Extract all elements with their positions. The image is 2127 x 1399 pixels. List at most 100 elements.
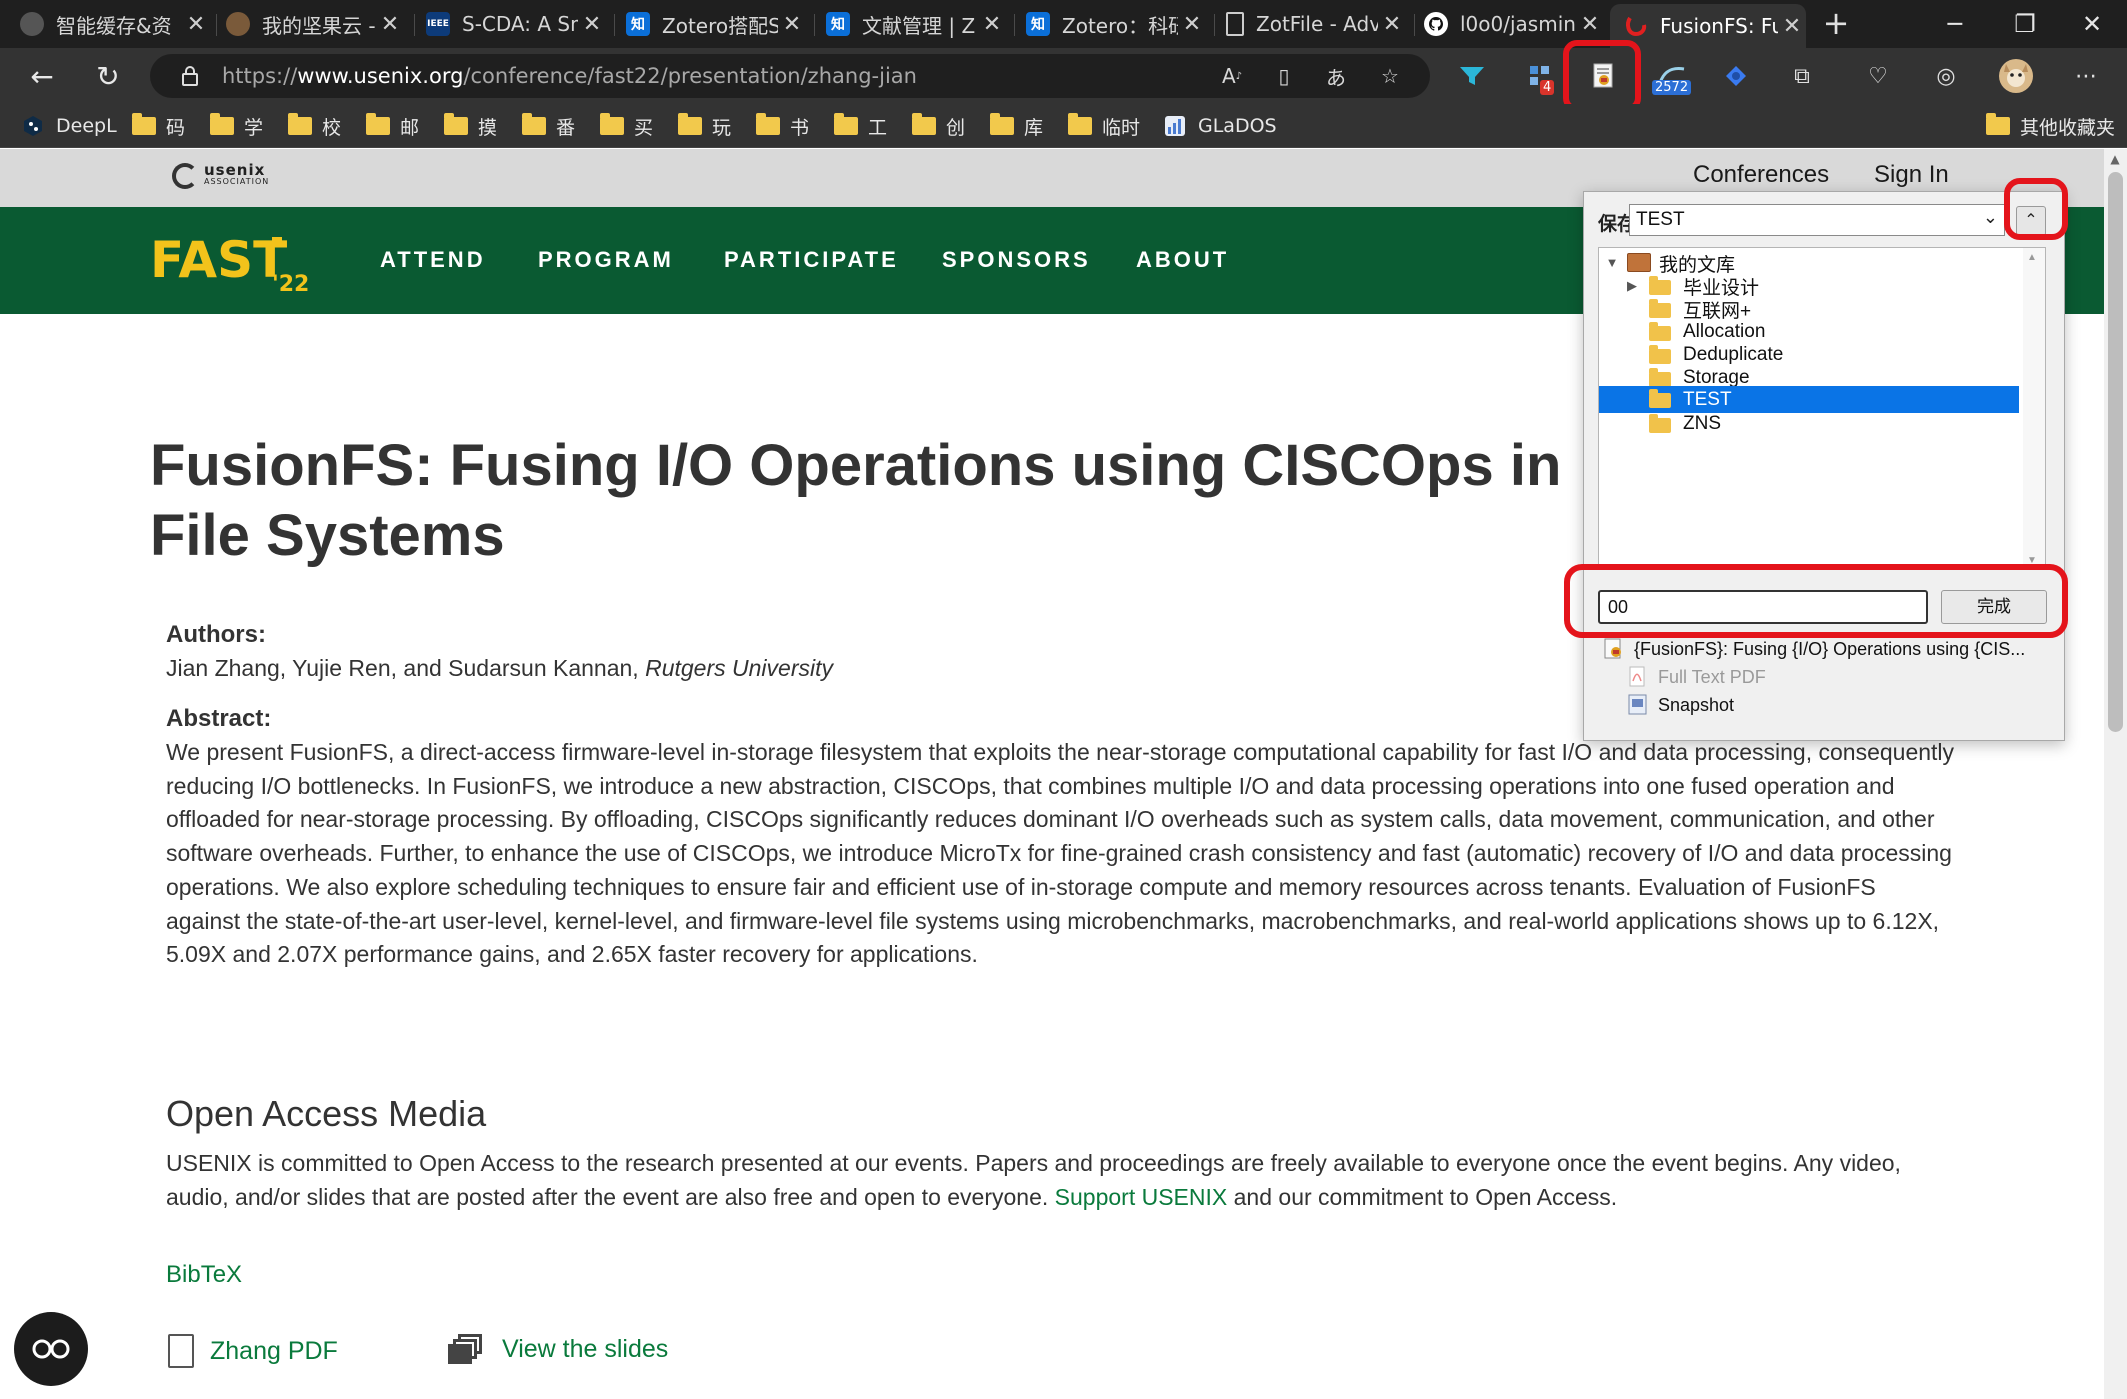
slides-link[interactable]: View the slides	[448, 1334, 668, 1364]
read-aloud-icon[interactable]: A ♪	[1218, 64, 1246, 88]
close-tab-icon[interactable]: ✕	[778, 12, 806, 37]
close-tab-icon[interactable]: ✕	[978, 12, 1006, 37]
close-tab-icon[interactable]: ✕	[1778, 14, 1806, 39]
collection-select[interactable]: TEST ⌄	[1629, 204, 2005, 236]
scrollbar-thumb[interactable]	[2108, 172, 2123, 732]
tab[interactable]: ZotFile - Adv ✕	[1226, 0, 1406, 48]
extension-icon[interactable]	[1714, 56, 1758, 96]
url-text[interactable]: https://www.usenix.org/conference/fast22…	[222, 64, 917, 88]
scroll-up-arrow-icon[interactable]: ▲	[2106, 152, 2124, 166]
nav-about[interactable]: ABOUT	[1136, 247, 1229, 273]
bookmark-folder[interactable]: 临时	[1068, 112, 1140, 140]
tab[interactable]: 智能缓存&资 ✕	[20, 0, 210, 48]
close-tab-icon[interactable]: ✕	[1178, 12, 1206, 37]
pdf-download-link[interactable]: Zhang PDF	[168, 1334, 338, 1368]
bookmark-folder[interactable]: 玩	[678, 112, 731, 140]
nav-participate[interactable]: PARTICIPATE	[724, 247, 899, 273]
bookmark-folder[interactable]: 校	[288, 112, 341, 140]
bookmark-folder[interactable]: 工	[834, 112, 887, 140]
usenix-logo[interactable]: usenix ASSOCIATION	[172, 163, 269, 189]
minimize-icon[interactable]: ─	[1920, 0, 1990, 48]
bookmark-folder[interactable]: 学	[210, 112, 263, 140]
bookmark-folder[interactable]: 番	[522, 112, 575, 140]
saved-item-pdf: Full Text PDF	[1628, 664, 2068, 690]
other-bookmarks-folder[interactable]: 其他收藏夹	[1986, 112, 2115, 140]
extensions-puzzle-icon[interactable]: ⧉	[1780, 56, 1824, 96]
collapsed-triangle-icon[interactable]: ▶	[1625, 279, 1639, 293]
bookmark-folder[interactable]: 书	[756, 112, 809, 140]
expanded-triangle-icon[interactable]: ▼	[1605, 256, 1619, 270]
tab[interactable]: IEEE S-CDA: A Sm ✕	[426, 0, 606, 48]
close-tab-icon[interactable]: ✕	[376, 12, 404, 37]
refresh-icon[interactable]: ↻	[88, 56, 128, 96]
journal-article-icon	[1604, 638, 1624, 660]
folder-icon	[1649, 414, 1671, 433]
tab-separator	[1214, 14, 1215, 36]
lock-icon[interactable]	[178, 64, 202, 88]
filter-extension-icon[interactable]	[1450, 56, 1494, 96]
address-bar[interactable]: https://www.usenix.org/conference/fast22…	[150, 54, 1430, 98]
translate-icon[interactable]: あ	[1322, 64, 1350, 90]
close-tab-icon[interactable]: ✕	[578, 12, 606, 37]
bookmark-glados[interactable]: GLaDOS	[1164, 112, 1277, 140]
chevron-down-icon[interactable]: ⌄	[1983, 207, 1998, 228]
more-menu-icon[interactable]: ⋯	[2064, 56, 2108, 96]
bookmark-label: 校	[322, 116, 342, 139]
collection-tree[interactable]: ▼ 我的文库 ▶ 毕业设计 互联网+ Allocation Deduplicat…	[1598, 247, 2046, 567]
conferences-link[interactable]: Conferences	[1693, 161, 1829, 189]
folder-icon	[1649, 276, 1671, 295]
floating-reader-button[interactable]	[14, 1312, 88, 1386]
scroll-up-arrow-icon[interactable]: ▲	[2027, 252, 2037, 263]
tab-active[interactable]: FusionFS: Fus ✕	[1610, 4, 1806, 48]
restore-icon[interactable]: ❐	[1990, 0, 2060, 48]
bookmark-folder[interactable]: 买	[600, 112, 653, 140]
url-scheme: https://	[222, 64, 298, 88]
close-tab-icon[interactable]: ✕	[1576, 12, 1604, 37]
document-icon	[168, 1334, 194, 1368]
close-window-icon[interactable]: ✕	[2057, 0, 2127, 48]
bookmark-folder[interactable]: 邮	[366, 112, 419, 140]
browser-essentials-icon[interactable]: ♡	[1856, 56, 1900, 96]
immersive-reader-icon[interactable]: ▯	[1270, 64, 1298, 88]
saved-item-label: {FusionFS}: Fusing {I/O} Operations usin…	[1634, 638, 2026, 659]
tree-scrollbar[interactable]: ▲ ▼	[2023, 248, 2045, 566]
tab-title: l0o0/jasminu	[1460, 12, 1576, 36]
tab[interactable]: 知 文献管理 | Z ✕	[826, 0, 1006, 48]
bookmark-deepl[interactable]: DeepL	[22, 112, 117, 140]
pdf-icon	[1628, 666, 1648, 688]
nav-sponsors[interactable]: SPONSORS	[942, 247, 1091, 273]
bibtex-link[interactable]: BibTeX	[166, 1261, 242, 1289]
bookmark-label: 书	[790, 116, 810, 139]
tab[interactable]: 我的坚果云 - ✕	[226, 0, 404, 48]
profile-avatar[interactable]	[1994, 56, 2038, 96]
authors-text: Jian Zhang, Yujie Ren, and Sudarsun Kann…	[166, 652, 833, 686]
close-tab-icon[interactable]: ✕	[182, 12, 210, 37]
bookmark-label: 学	[244, 116, 264, 139]
bookmark-folder[interactable]: 库	[990, 112, 1043, 140]
back-arrow-icon[interactable]: ←	[22, 56, 62, 96]
nav-attend[interactable]: ATTEND	[380, 247, 486, 273]
url-path: /conference/fast22/presentation/zhang-ji…	[463, 64, 917, 88]
new-tab-button[interactable]: +	[1816, 6, 1856, 42]
sign-in-link[interactable]: Sign In	[1874, 161, 1949, 189]
bookmark-folder[interactable]: 创	[912, 112, 965, 140]
favorite-star-icon[interactable]: ☆	[1376, 64, 1404, 88]
extension-icon[interactable]: 2572	[1650, 56, 1694, 96]
tab[interactable]: 知 Zotero搭配S ✕	[626, 0, 806, 48]
extension-icon[interactable]: 4	[1518, 56, 1562, 96]
tab[interactable]: 知 Zotero：科研 ✕	[1026, 0, 1206, 48]
nav-program[interactable]: PROGRAM	[538, 247, 674, 273]
tree-item-zns[interactable]: ZNS	[1599, 409, 2019, 439]
saved-item-document: {FusionFS}: Fusing {I/O} Operations usin…	[1604, 636, 2044, 662]
slides-icon	[448, 1334, 482, 1364]
bookmark-label: DeepL	[56, 115, 117, 137]
copilot-icon[interactable]: ◎	[1924, 56, 1968, 96]
close-tab-icon[interactable]: ✕	[1378, 12, 1406, 37]
bookmark-folder[interactable]: 码	[132, 112, 185, 140]
folder-icon	[1649, 345, 1671, 364]
zhihu-icon: 知	[626, 12, 650, 36]
fast22-logo[interactable]: FAST '22	[150, 225, 310, 297]
support-usenix-link[interactable]: Support USENIX	[1055, 1184, 1228, 1210]
bookmark-label: 买	[634, 116, 654, 139]
bookmark-folder[interactable]: 摸	[444, 112, 497, 140]
